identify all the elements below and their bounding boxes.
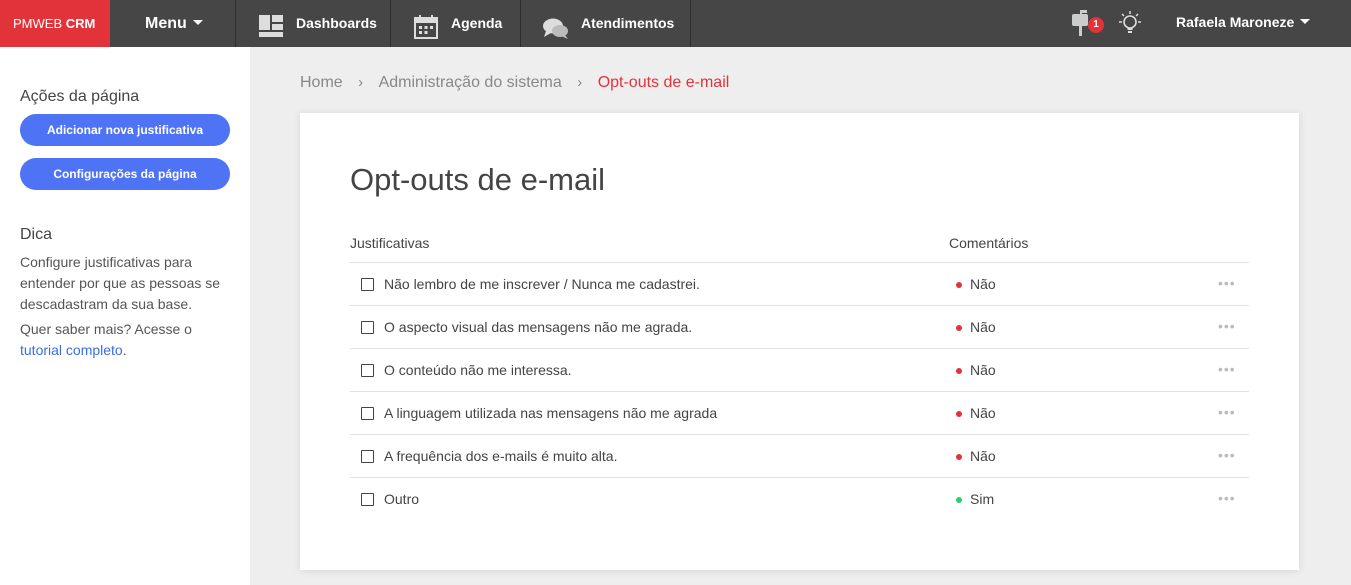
nav-dashboards[interactable]: Dashboards <box>236 0 391 47</box>
row-justification-label: Não lembro de me inscrever / Nunca me ca… <box>384 276 700 292</box>
status-dot-icon <box>956 282 962 288</box>
chevron-down-icon <box>192 19 203 25</box>
justifications-list: Não lembro de me inscrever / Nunca me ca… <box>350 262 1249 520</box>
more-options-icon[interactable]: ••• <box>1218 318 1236 334</box>
row-comment-status: Não <box>970 276 996 292</box>
row-checkbox[interactable] <box>361 493 374 506</box>
row-justification-label: O conteúdo não me interessa. <box>384 362 572 378</box>
user-name: Rafaela Maroneze <box>1176 14 1295 30</box>
row-comment-status: Não <box>970 448 996 464</box>
page-title: Opt-outs de e-mail <box>350 162 605 197</box>
nav-atendimentos-label: Atendimentos <box>581 15 675 31</box>
status-dot-icon <box>956 411 962 417</box>
dashboard-icon <box>259 11 283 58</box>
user-menu[interactable]: Rafaela Maroneze <box>1176 0 1311 47</box>
more-options-icon[interactable]: ••• <box>1218 275 1236 291</box>
top-navigation-bar: PMWEB CRM Menu Dashboards Agenda Atendim… <box>0 0 1351 47</box>
row-justification-label: Outro <box>384 491 420 507</box>
breadcrumb-current: Opt-outs de e-mail <box>597 74 730 91</box>
column-header-comentarios: Comentários <box>949 235 1029 251</box>
column-header-justificativas: Justificativas <box>350 235 430 251</box>
notifications-mailbox-icon[interactable]: 1 <box>1070 10 1106 38</box>
nav-dashboards-label: Dashboards <box>296 15 377 31</box>
tip-end: . <box>122 342 127 358</box>
chat-icon <box>543 12 569 59</box>
lightbulb-icon[interactable] <box>1117 10 1143 41</box>
table-row: O conteúdo não me interessa. Não ••• <box>350 348 1249 391</box>
optouts-card: Opt-outs de e-mail Justificativas Coment… <box>300 113 1299 570</box>
status-dot-icon <box>956 325 962 331</box>
brand-logo[interactable]: PMWEB CRM <box>0 0 110 47</box>
row-comment-status: Não <box>970 362 996 378</box>
row-checkbox[interactable] <box>361 407 374 420</box>
nav-agenda-label: Agenda <box>451 15 503 31</box>
nav-agenda[interactable]: Agenda <box>391 0 521 47</box>
tip-text: Configure justificativas para entender p… <box>20 254 221 312</box>
row-justification-label: A frequência dos e-mails é muito alta. <box>384 448 618 464</box>
row-checkbox[interactable] <box>361 364 374 377</box>
sidebar: Ações da página Adicionar nova justifica… <box>0 47 250 585</box>
breadcrumb-admin[interactable]: Administração do sistema <box>379 74 562 92</box>
more-options-icon[interactable]: ••• <box>1218 404 1236 420</box>
chevron-down-icon <box>1300 19 1311 25</box>
status-dot-icon <box>956 497 962 503</box>
page-actions-title: Ações da página <box>20 88 140 105</box>
row-checkbox[interactable] <box>361 450 374 463</box>
tip-more-label: Quer saber mais? Acesse o <box>20 321 192 337</box>
table-row: A linguagem utilizada nas mensagens não … <box>350 391 1249 434</box>
row-checkbox[interactable] <box>361 278 374 291</box>
nav-atendimentos[interactable]: Atendimentos <box>521 0 691 47</box>
tip-more-text: Quer saber mais? Acesse o tutorial compl… <box>20 319 235 361</box>
row-comment-status: Não <box>970 405 996 421</box>
table-row: O aspecto visual das mensagens não me ag… <box>350 305 1249 348</box>
breadcrumb: Home › Administração do sistema › Opt-ou… <box>300 74 729 92</box>
row-checkbox[interactable] <box>361 321 374 334</box>
tip-title: Dica <box>20 226 53 243</box>
more-options-icon[interactable]: ••• <box>1218 490 1236 506</box>
menu-button[interactable]: Menu <box>110 0 236 47</box>
row-justification-label: O aspecto visual das mensagens não me ag… <box>384 319 693 335</box>
more-options-icon[interactable]: ••• <box>1218 361 1236 377</box>
breadcrumb-home[interactable]: Home <box>300 74 343 92</box>
table-row: Não lembro de me inscrever / Nunca me ca… <box>350 262 1249 305</box>
tutorial-link[interactable]: tutorial completo <box>20 342 123 358</box>
breadcrumb-separator: › <box>358 74 364 91</box>
row-comment-status: Sim <box>970 491 995 507</box>
menu-label: Menu <box>145 15 187 32</box>
calendar-icon <box>414 11 438 58</box>
table-row: Outro Sim ••• <box>350 477 1249 520</box>
add-justification-button[interactable]: Adicionar nova justificativa <box>20 114 230 146</box>
page-settings-button[interactable]: Configurações da página <box>20 158 230 190</box>
row-justification-label: A linguagem utilizada nas mensagens não … <box>384 405 718 421</box>
more-options-icon[interactable]: ••• <box>1218 447 1236 463</box>
brand-prefix: PMWEB <box>13 16 63 31</box>
status-dot-icon <box>956 368 962 374</box>
brand-suffix: CRM <box>65 16 96 31</box>
status-dot-icon <box>956 454 962 460</box>
breadcrumb-separator: › <box>577 74 583 91</box>
row-comment-status: Não <box>970 319 996 335</box>
notification-badge: 1 <box>1088 17 1104 33</box>
table-row: A frequência dos e-mails é muito alta. Nã… <box>350 434 1249 477</box>
